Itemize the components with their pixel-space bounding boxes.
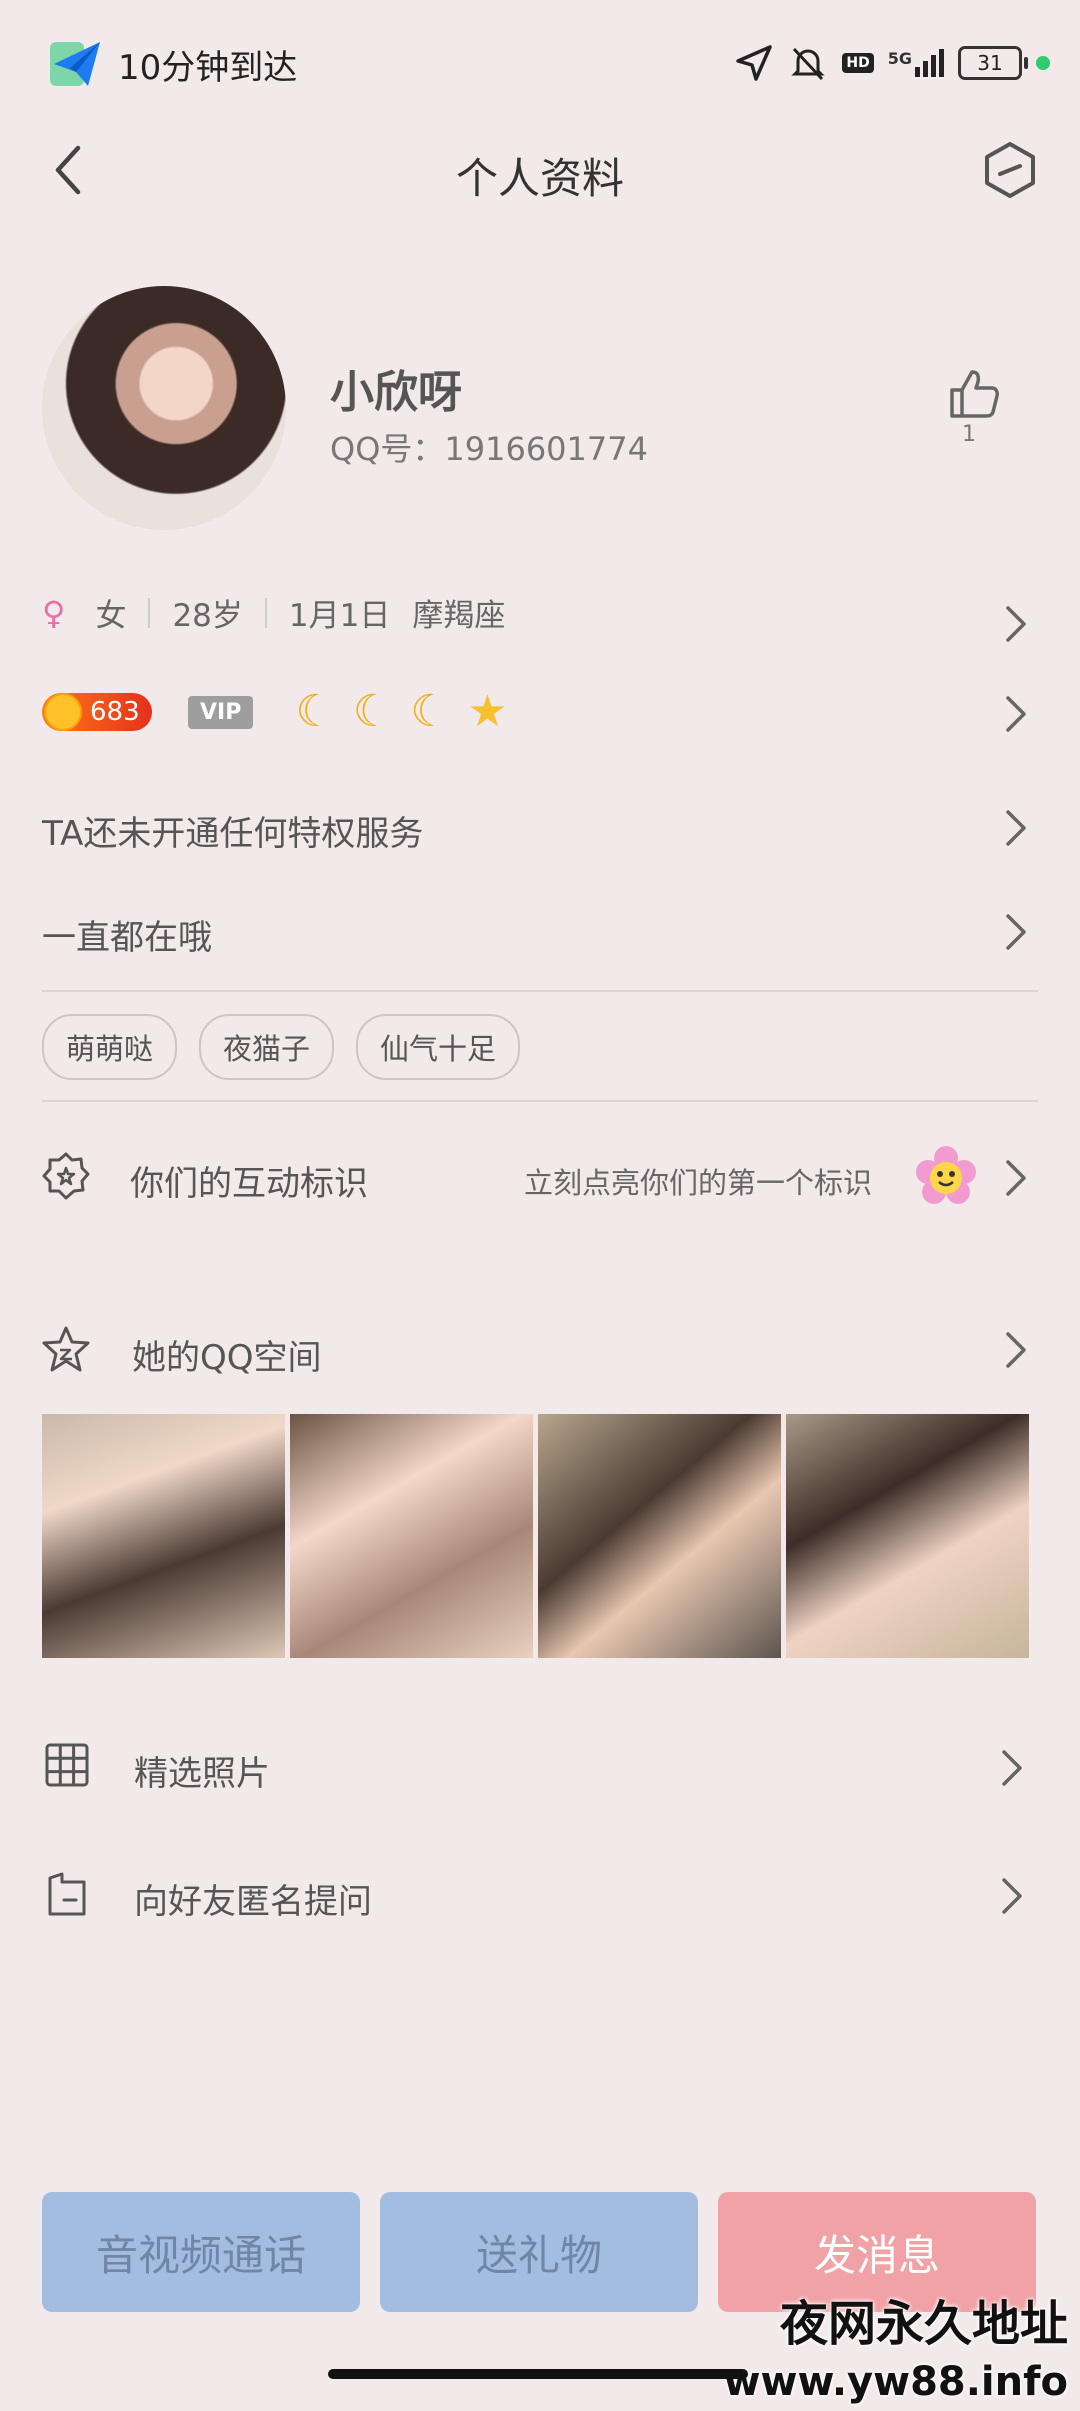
home-indicator[interactable] <box>328 2369 748 2379</box>
send-message-button[interactable]: 发消息 <box>718 2192 1036 2312</box>
level-value: 683 <box>90 697 140 727</box>
basic-info-row[interactable]: ♀ 女 28岁 1月1日 摩羯座 <box>42 590 505 635</box>
signal-icon: 5G <box>888 49 944 77</box>
badge-gear-icon <box>42 1152 90 1200</box>
qzone-photos <box>42 1414 1029 1658</box>
qzone-photo[interactable] <box>290 1414 533 1658</box>
thumbs-up-icon[interactable] <box>946 366 1002 422</box>
mailbox-icon <box>48 1872 86 1916</box>
level-badge: 683 <box>42 693 152 731</box>
flower-icon <box>916 1146 976 1204</box>
female-icon: ♀ <box>42 593 66 632</box>
battery-level: 31 <box>977 51 1003 75</box>
watermark: 夜网永久地址 www.yw88.info <box>724 2295 1068 2411</box>
star-icon: ★ <box>467 686 508 737</box>
sun-icon <box>44 693 82 731</box>
tag[interactable]: 仙气十足 <box>356 1014 521 1080</box>
chevron-right-icon[interactable] <box>1004 694 1028 734</box>
grid-icon <box>45 1743 89 1787</box>
privilege-text[interactable]: TA还未开通任何特权服务 <box>42 806 423 855</box>
tag[interactable]: 夜猫子 <box>199 1014 335 1080</box>
qq-number: QQ号：1916601774 <box>330 430 648 468</box>
gift-button[interactable]: 送礼物 <box>380 2192 698 2312</box>
chevron-right-icon[interactable] <box>1004 808 1028 848</box>
zodiac-text: 摩羯座 <box>412 598 506 634</box>
qzone-photo[interactable] <box>42 1414 285 1658</box>
privacy-dot <box>1036 56 1050 70</box>
divider <box>148 597 151 628</box>
paper-plane-icon <box>50 42 100 86</box>
chevron-right-icon[interactable] <box>1004 604 1028 644</box>
vip-badge: VIP <box>188 695 254 729</box>
qzone-photo[interactable] <box>786 1414 1029 1658</box>
divider <box>42 990 1038 992</box>
profile-name: 小欣呀 <box>330 367 462 418</box>
moon-icon: ☾ <box>295 686 335 737</box>
gender-text: 女 <box>95 598 127 634</box>
tag-list: 萌萌哒 夜猫子 仙气十足 <box>42 1014 521 1080</box>
qzone-label[interactable]: 她的QQ空间 <box>132 1330 322 1379</box>
featured-photos-label[interactable]: 精选照片 <box>134 1746 270 1795</box>
page-title: 个人资料 <box>455 154 624 203</box>
chevron-right-icon[interactable] <box>1004 1158 1028 1198</box>
like-count: 1 <box>962 422 976 447</box>
location-icon <box>736 45 773 81</box>
bell-off-icon <box>791 47 826 81</box>
interaction-label[interactable]: 你们的互动标识 <box>130 1156 368 1205</box>
moon-icon: ☾ <box>352 686 393 737</box>
battery-icon: 31 <box>958 46 1028 80</box>
hd-badge: HD <box>842 53 874 73</box>
tag[interactable]: 萌萌哒 <box>42 1014 178 1080</box>
anonymous-question-label[interactable]: 向好友匿名提问 <box>134 1874 372 1923</box>
avatar[interactable] <box>42 286 286 530</box>
network-label: 5G <box>887 49 912 68</box>
qzone-photo[interactable] <box>538 1414 781 1658</box>
call-button[interactable]: 音视频通话 <box>42 2192 360 2312</box>
watermark-line1: 夜网永久地址 <box>779 2296 1068 2352</box>
moon-icon: ☾ <box>410 686 450 737</box>
chevron-right-icon[interactable] <box>1004 1330 1028 1370</box>
badge-row[interactable]: 683 VIP ☾ ☾ ☾ ★ <box>42 690 507 734</box>
chevron-right-icon[interactable] <box>1000 1876 1024 1916</box>
signature-text[interactable]: 一直都在哦 <box>42 910 212 959</box>
divider <box>42 1100 1038 1102</box>
status-app-text: 10分钟到达 <box>118 48 298 88</box>
chevron-right-icon[interactable] <box>1000 1748 1024 1788</box>
watermark-line2: www.yw88.info <box>723 2359 1068 2405</box>
chevron-right-icon[interactable] <box>1004 912 1028 952</box>
status-icons: HD 5G 31 <box>734 38 1050 88</box>
hexagon-menu-icon[interactable] <box>978 138 1042 202</box>
birthday-text: 1月1日 <box>288 598 391 634</box>
star-outline-icon <box>42 1326 90 1372</box>
interaction-hint[interactable]: 立刻点亮你们的第一个标识 <box>524 1160 872 1202</box>
divider <box>264 597 267 628</box>
age-text: 28岁 <box>172 598 243 634</box>
